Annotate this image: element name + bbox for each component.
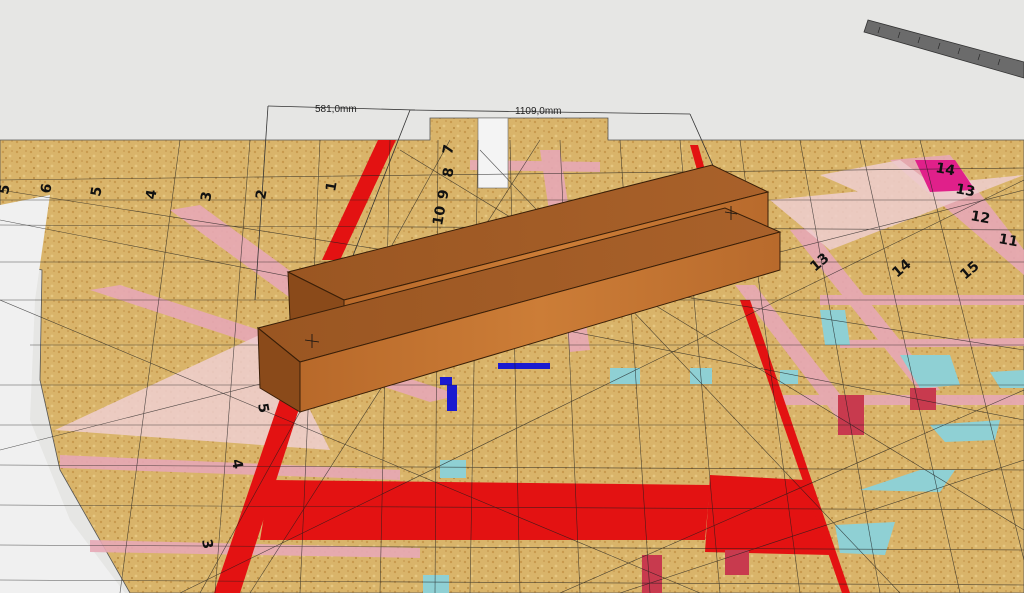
ruler-tool[interactable] <box>863 19 1024 79</box>
svg-text:13: 13 <box>954 181 976 200</box>
dimension-right: 1109,0mm <box>515 106 562 117</box>
svg-text:10: 10 <box>430 204 449 226</box>
svg-text:12: 12 <box>969 208 991 227</box>
svg-text:14: 14 <box>934 160 956 179</box>
modeling-viewport[interactable]: 581,0mm 1109,0mm 5 6 5 4 3 2 1 7 8 9 10 … <box>0 0 1024 593</box>
3d-scene[interactable]: 581,0mm 1109,0mm 5 6 5 4 3 2 1 7 8 9 10 … <box>0 0 1024 593</box>
svg-text:11: 11 <box>997 231 1019 250</box>
dimension-left: 581,0mm <box>315 104 357 115</box>
